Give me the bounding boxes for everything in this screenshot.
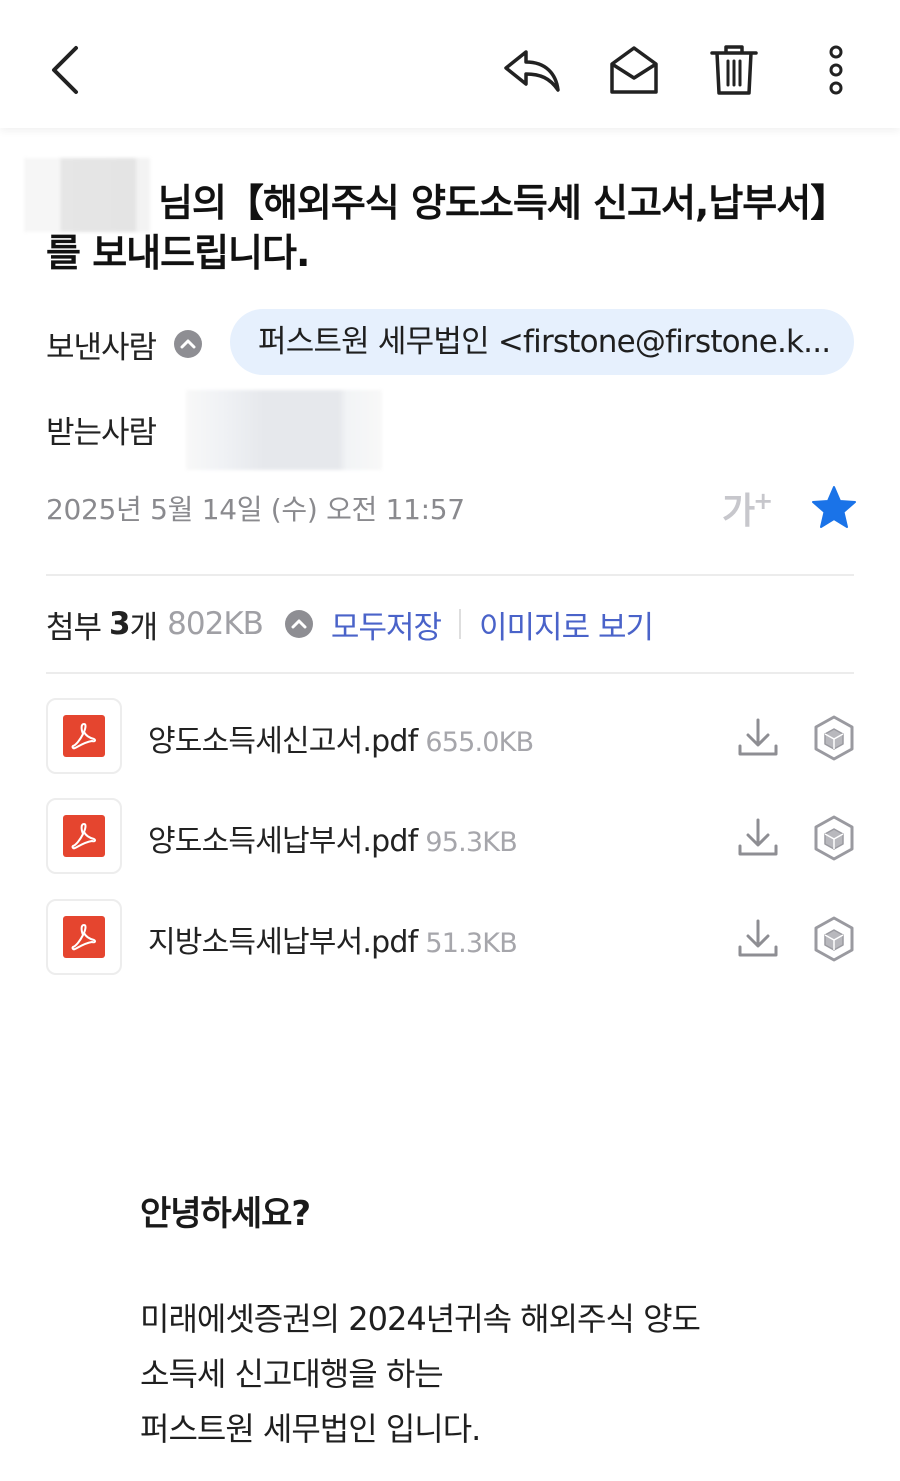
file-thumbnail bbox=[46, 798, 122, 874]
cube-icon bbox=[814, 715, 854, 761]
file-name: 양도소득세신고서.pdf 655.0KB bbox=[148, 724, 534, 759]
chevron-left-icon bbox=[52, 46, 78, 94]
font-size-label: 가 bbox=[722, 491, 755, 532]
trash-icon bbox=[710, 45, 758, 95]
pdf-icon bbox=[63, 715, 105, 757]
reply-button[interactable] bbox=[502, 40, 562, 100]
save-to-cloud-button[interactable] bbox=[812, 714, 856, 762]
star-icon bbox=[812, 486, 856, 528]
attachments-collapse-button[interactable] bbox=[284, 610, 313, 638]
download-button[interactable] bbox=[734, 915, 782, 963]
top-toolbar bbox=[0, 0, 900, 128]
file-thumbnail bbox=[46, 698, 122, 774]
sender-expand-button[interactable] bbox=[174, 330, 202, 358]
redacted-recipient-address bbox=[186, 390, 382, 470]
delete-button[interactable] bbox=[704, 40, 764, 100]
cube-icon bbox=[814, 815, 854, 861]
view-as-image-button[interactable]: 이미지로 보기 bbox=[479, 602, 654, 647]
file-name: 지방소득세납부서.pdf 51.3KB bbox=[148, 925, 518, 960]
file-name: 양도소득세납부서.pdf 95.3KB bbox=[148, 824, 518, 859]
divider bbox=[46, 672, 854, 674]
font-size-plus: + bbox=[753, 487, 773, 515]
attachments-count-unit: 개 bbox=[129, 609, 159, 646]
attachments-label: 첨부 bbox=[46, 609, 102, 646]
download-button[interactable] bbox=[734, 814, 782, 862]
file-thumbnail bbox=[46, 899, 122, 975]
attachment-item[interactable]: 양도소득세납부서.pdf 95.3KB bbox=[46, 798, 856, 876]
body-greeting: 안녕하세요? bbox=[140, 1194, 311, 1234]
attachment-item[interactable]: 양도소득세신고서.pdf 655.0KB bbox=[46, 698, 856, 776]
recipient-label: 받는사람 bbox=[46, 415, 157, 451]
chevron-up-icon bbox=[291, 619, 307, 629]
cube-icon bbox=[814, 916, 854, 962]
separator bbox=[459, 609, 462, 639]
body-line: 소득세 신고대행을 하는 bbox=[140, 1355, 444, 1393]
save-to-cloud-button[interactable] bbox=[812, 814, 856, 862]
mark-read-button[interactable] bbox=[604, 40, 664, 100]
attachments-total-size: 802KB bbox=[167, 606, 264, 642]
body-line: 미래에셋증권의 2024년귀속 해외주식 양도 bbox=[140, 1300, 701, 1338]
star-button[interactable] bbox=[810, 484, 858, 532]
reply-icon bbox=[504, 50, 560, 92]
back-button[interactable] bbox=[34, 40, 94, 100]
download-icon bbox=[738, 919, 778, 957]
attachment-item[interactable]: 지방소득세납부서.pdf 51.3KB bbox=[46, 899, 856, 977]
divider bbox=[46, 574, 854, 576]
mail-date: 2025년 5월 14일 (수) 오전 11:57 bbox=[46, 493, 465, 526]
body-paragraph: 미래에셋증권의 2024년귀속 해외주식 양도 소득세 신고대행을 하는 퍼스트… bbox=[140, 1292, 780, 1457]
file-size: 95.3KB bbox=[425, 827, 517, 858]
file-size: 655.0KB bbox=[425, 727, 534, 758]
more-vertical-icon bbox=[829, 45, 843, 95]
save-all-button[interactable]: 모두저장 bbox=[331, 602, 442, 647]
envelope-open-icon bbox=[610, 46, 658, 94]
body-line: 퍼스트원 세무법인 입니다. bbox=[140, 1410, 481, 1448]
more-button[interactable] bbox=[806, 40, 866, 100]
sender-label: 보낸사람 bbox=[46, 330, 157, 366]
chevron-up-icon bbox=[180, 339, 196, 349]
mail-subject: 님의【해외주식 양도소득세 신고서,납부서】를 보내드립니다. bbox=[46, 178, 856, 278]
download-button[interactable] bbox=[734, 714, 782, 762]
attachments-count: 3 bbox=[109, 606, 131, 642]
pdf-icon bbox=[63, 916, 105, 958]
sender-address-chip[interactable]: 퍼스트원 세무법인 <firstone@firstone.k... bbox=[230, 309, 854, 375]
attachments-header: 첨부 3 개 802KB 모두저장 이미지로 보기 bbox=[46, 602, 654, 647]
download-icon bbox=[738, 718, 778, 756]
download-icon bbox=[738, 818, 778, 856]
font-size-button[interactable]: 가+ bbox=[722, 482, 782, 532]
subject-text: 님의【해외주식 양도소득세 신고서,납부서】를 보내드립니다. bbox=[46, 181, 848, 275]
pdf-icon bbox=[63, 815, 105, 857]
file-size: 51.3KB bbox=[425, 928, 517, 959]
save-to-cloud-button[interactable] bbox=[812, 915, 856, 963]
